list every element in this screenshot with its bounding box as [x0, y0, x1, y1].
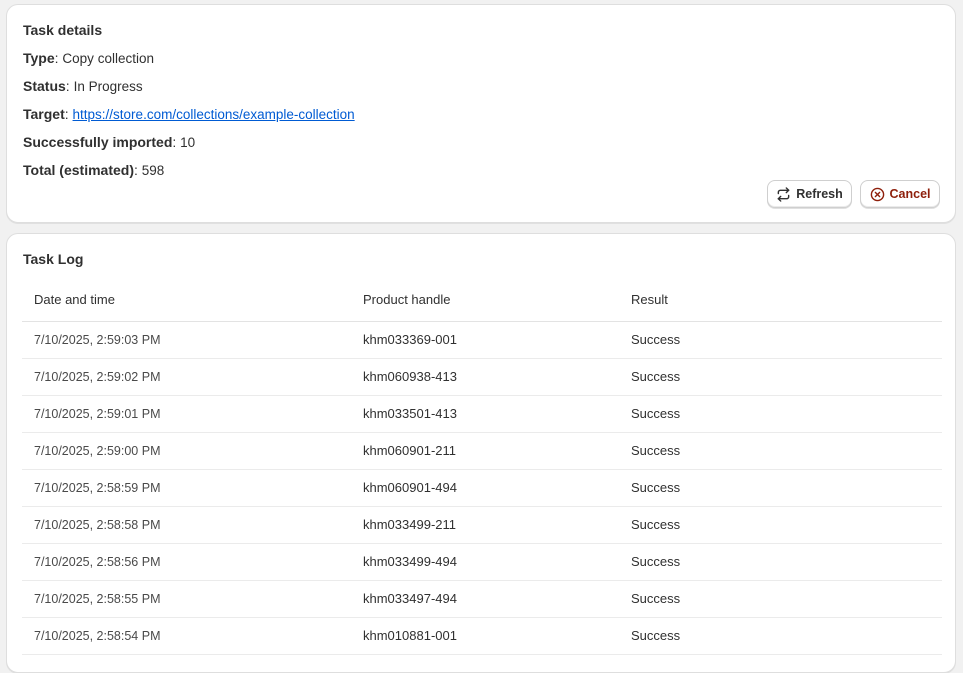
- result-cell: Success: [619, 358, 942, 396]
- target-link[interactable]: https://store.com/collections/example-co…: [73, 107, 355, 122]
- result-cell: Success: [619, 543, 942, 581]
- table-row: 7/10/2025, 2:58:55 PM khm033497-494 Succ…: [22, 580, 942, 618]
- table-row: 7/10/2025, 2:59:01 PM khm033501-413 Succ…: [22, 395, 942, 433]
- handle-cell: khm033369-001: [351, 321, 619, 359]
- total-row: Total (estimated): 598: [23, 162, 165, 178]
- type-value: Copy collection: [62, 51, 154, 66]
- table-row: 7/10/2025, 2:58:58 PM khm033499-211 Succ…: [22, 506, 942, 544]
- result-cell: Success: [619, 469, 942, 507]
- cancel-button[interactable]: Cancel: [860, 180, 940, 208]
- date-cell: 7/10/2025, 2:58:59 PM: [22, 469, 351, 507]
- result-cell: Success: [619, 321, 942, 359]
- status-row: Status: In Progress: [23, 78, 143, 94]
- column-header-date: Date and time: [22, 279, 351, 322]
- result-cell: Success: [619, 580, 942, 618]
- task-log-table: Date and time Product handle Result 7/10…: [22, 279, 942, 655]
- date-cell: 7/10/2025, 2:59:03 PM: [22, 321, 351, 359]
- result-cell: Success: [619, 395, 942, 433]
- total-label: Total (estimated): [23, 162, 134, 178]
- column-header-result: Result: [619, 279, 942, 322]
- handle-cell: khm033497-494: [351, 580, 619, 618]
- type-row: Type: Copy collection: [23, 50, 154, 66]
- target-label: Target: [23, 106, 65, 122]
- type-label: Type: [23, 50, 55, 66]
- refresh-icon: [776, 186, 791, 202]
- imported-label: Successfully imported: [23, 134, 173, 150]
- refresh-button[interactable]: Refresh: [767, 180, 852, 208]
- table-row: 7/10/2025, 2:58:54 PM khm010881-001 Succ…: [22, 617, 942, 655]
- imported-row: Successfully imported: 10: [23, 134, 196, 150]
- handle-cell: khm060938-413: [351, 358, 619, 396]
- date-cell: 7/10/2025, 2:58:58 PM: [22, 506, 351, 544]
- status-label: Status: [23, 78, 66, 94]
- result-cell: Success: [619, 506, 942, 544]
- date-cell: 7/10/2025, 2:59:02 PM: [22, 358, 351, 396]
- result-cell: Success: [619, 432, 942, 470]
- handle-cell: khm060901-211: [351, 432, 619, 470]
- date-cell: 7/10/2025, 2:58:55 PM: [22, 580, 351, 618]
- handle-cell: khm033501-413: [351, 395, 619, 433]
- table-header-row: Date and time Product handle Result: [22, 279, 942, 322]
- table-row: 7/10/2025, 2:58:59 PM khm060901-494 Succ…: [22, 469, 942, 507]
- task-log-card: Task Log Date and time Product handle Re…: [6, 233, 956, 673]
- handle-cell: khm010881-001: [351, 617, 619, 655]
- handle-cell: khm060901-494: [351, 469, 619, 507]
- target-row: Target: https://store.com/collections/ex…: [23, 106, 355, 122]
- cancel-button-label: Cancel: [889, 187, 931, 201]
- column-header-handle: Product handle: [351, 279, 619, 322]
- handle-cell: khm033499-211: [351, 506, 619, 544]
- date-cell: 7/10/2025, 2:59:01 PM: [22, 395, 351, 433]
- refresh-button-label: Refresh: [796, 187, 843, 201]
- handle-cell: khm033499-494: [351, 543, 619, 581]
- task-details-card: Task details Type: Copy collection Statu…: [6, 4, 956, 223]
- table-row: 7/10/2025, 2:59:02 PM khm060938-413 Succ…: [22, 358, 942, 396]
- date-cell: 7/10/2025, 2:59:00 PM: [22, 432, 351, 470]
- date-cell: 7/10/2025, 2:58:56 PM: [22, 543, 351, 581]
- task-details-title: Task details: [23, 22, 103, 38]
- table-row: 7/10/2025, 2:58:56 PM khm033499-494 Succ…: [22, 543, 942, 581]
- task-log-title: Task Log: [23, 251, 84, 267]
- date-cell: 7/10/2025, 2:58:54 PM: [22, 617, 351, 655]
- table-row: 7/10/2025, 2:59:03 PM khm033369-001 Succ…: [22, 321, 942, 359]
- imported-value: 10: [180, 135, 196, 150]
- result-cell: Success: [619, 617, 942, 655]
- x-circle-icon: [870, 187, 885, 202]
- total-value: 598: [141, 163, 165, 178]
- status-value: In Progress: [73, 79, 143, 94]
- table-row: 7/10/2025, 2:59:00 PM khm060901-211 Succ…: [22, 432, 942, 470]
